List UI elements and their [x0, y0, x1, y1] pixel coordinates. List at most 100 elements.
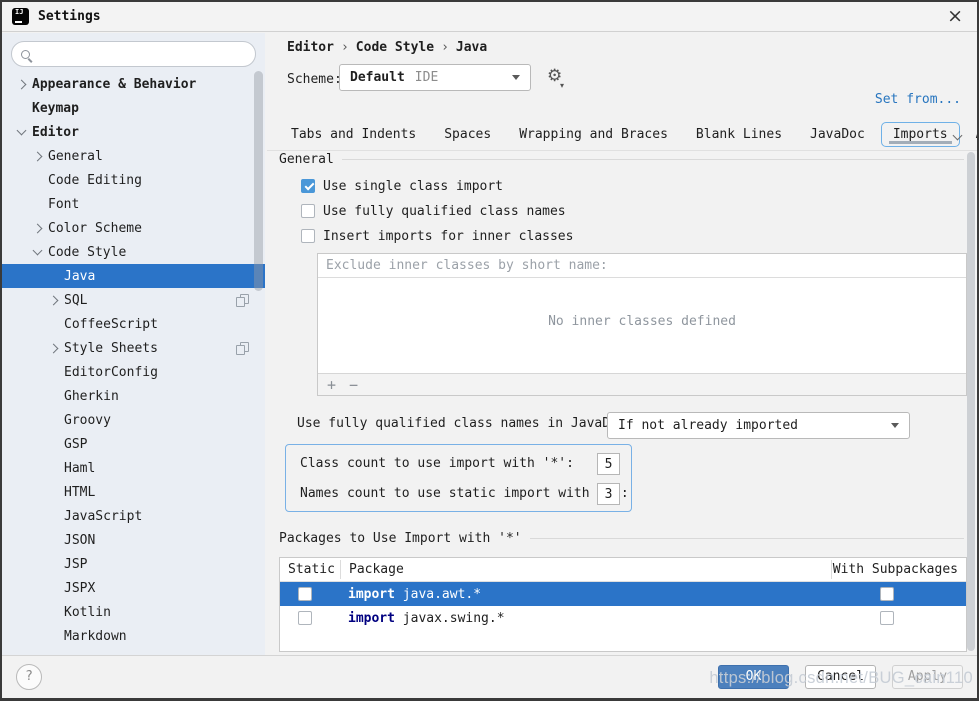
static-checkbox[interactable] — [298, 611, 312, 625]
sidebar-item-general[interactable]: General — [2, 144, 265, 168]
general-section-header: General — [279, 151, 964, 167]
table-row[interactable]: import java.awt.* — [280, 582, 966, 606]
content-scrollbar[interactable] — [967, 152, 975, 651]
chevron-right-icon[interactable] — [33, 224, 43, 234]
sidebar-item-kotlin[interactable]: Kotlin — [2, 600, 265, 624]
chevron-right-icon[interactable] — [17, 80, 27, 90]
search-icon — [21, 50, 30, 59]
add-icon[interactable]: + — [327, 375, 336, 395]
with-subpackages-checkbox[interactable] — [880, 587, 894, 601]
dialog-footer: ? OK Cancel Apply https://blog.csdn.net/… — [2, 655, 977, 698]
checkbox-unchecked-icon[interactable] — [301, 229, 315, 243]
column-divider — [340, 560, 341, 579]
ok-button[interactable]: OK — [718, 665, 789, 689]
column-header-with-subpackages: With Subpackages — [829, 562, 966, 577]
sidebar-item-style-sheets[interactable]: Style Sheets — [2, 336, 265, 360]
sidebar-item-json[interactable]: JSON — [2, 528, 265, 552]
chevron-down-icon — [512, 75, 520, 80]
chevron-down-icon — [891, 423, 899, 428]
sidebar-item-haml[interactable]: Haml — [2, 456, 265, 480]
exclude-inner-classes-panel: Exclude inner classes by short name: No … — [317, 253, 967, 396]
close-icon[interactable]: × — [947, 5, 963, 27]
breadcrumb-separator: › — [441, 40, 449, 55]
settings-tree: Appearance & Behavior Keymap Editor Gene… — [2, 72, 265, 648]
table-row[interactable]: import javax.swing.* — [280, 606, 966, 630]
chevron-down-icon[interactable] — [33, 246, 43, 256]
breadcrumb-code-style[interactable]: Code Style — [356, 40, 434, 55]
chevron-right-icon[interactable] — [33, 152, 43, 162]
tab-wrapping-and-braces[interactable]: Wrapping and Braces — [507, 122, 680, 147]
names-count-label: Names count to use static import with '*… — [300, 486, 629, 501]
sidebar-item-javascript[interactable]: JavaScript — [2, 504, 265, 528]
search-box[interactable] — [11, 41, 256, 67]
sidebar-item-html[interactable]: HTML — [2, 480, 265, 504]
sidebar-item-editorconfig[interactable]: EditorConfig — [2, 360, 265, 384]
intellij-logo-icon: IJ — [12, 8, 29, 25]
sidebar-item-gsp[interactable]: GSP — [2, 432, 265, 456]
import-count-group: Class count to use import with '*': 5 Na… — [285, 444, 632, 512]
sidebar-item-coffeescript[interactable]: CoffeeScript — [2, 312, 265, 336]
general-section-title: General — [279, 152, 334, 167]
javadoc-qualified-names-dropdown[interactable]: If not already imported — [607, 412, 910, 439]
sidebar-item-appearance-behavior[interactable]: Appearance & Behavior — [2, 72, 265, 96]
apply-button[interactable]: Apply — [892, 665, 963, 689]
chevron-right-icon[interactable] — [49, 344, 59, 354]
sidebar-item-color-scheme[interactable]: Color Scheme — [2, 216, 265, 240]
window-title: Settings — [38, 9, 101, 24]
section-rule — [530, 538, 964, 539]
search-input[interactable] — [37, 46, 255, 63]
title-bar: IJ Settings × — [2, 2, 977, 32]
sidebar-item-gherkin[interactable]: Gherkin — [2, 384, 265, 408]
option-insert-imports-for-inner-classes[interactable]: Insert imports for inner classes — [301, 227, 573, 245]
sidebar-item-editor[interactable]: Editor — [2, 120, 265, 144]
sidebar-item-font[interactable]: Font — [2, 192, 265, 216]
sidebar-scrollbar[interactable] — [254, 71, 263, 291]
packages-section-header: Packages to Use Import with '*' — [279, 530, 964, 546]
chevron-right-icon[interactable] — [49, 296, 59, 306]
checkbox-checked-icon[interactable] — [301, 179, 315, 193]
packages-section-title: Packages to Use Import with '*' — [279, 531, 522, 546]
column-header-package: Package — [340, 562, 829, 577]
column-divider — [831, 560, 832, 579]
sidebar-item-jsp[interactable]: JSP — [2, 552, 265, 576]
section-rule — [342, 159, 964, 160]
javadoc-dropdown-value: If not already imported — [618, 418, 798, 433]
settings-content: Editor›Code Style›Java Scheme: Default I… — [267, 33, 977, 657]
sidebar-item-groovy[interactable]: Groovy — [2, 408, 265, 432]
sidebar-item-code-style[interactable]: Code Style — [2, 240, 265, 264]
breadcrumb-editor[interactable]: Editor — [287, 40, 334, 55]
settings-sidebar: Appearance & Behavior Keymap Editor Gene… — [2, 33, 265, 657]
tab-arrangement[interactable]: Arrang — [964, 122, 979, 147]
remove-icon[interactable]: − — [349, 375, 358, 395]
cancel-button[interactable]: Cancel — [805, 665, 876, 689]
with-subpackages-checkbox[interactable] — [880, 611, 894, 625]
sidebar-item-java[interactable]: Java — [2, 264, 265, 288]
tab-javadoc[interactable]: JavaDoc — [798, 122, 877, 147]
set-from-link[interactable]: Set from... — [875, 92, 961, 107]
tab-tabs-and-indents[interactable]: Tabs and Indents — [279, 122, 428, 147]
scheme-label: Scheme: — [287, 72, 342, 87]
chevron-down-icon[interactable] — [17, 126, 27, 136]
tab-imports[interactable]: Imports — [881, 122, 960, 147]
sidebar-item-markdown[interactable]: Markdown — [2, 624, 265, 648]
breadcrumb-java: Java — [456, 40, 487, 55]
checkbox-unchecked-icon[interactable] — [301, 204, 315, 218]
option-use-fully-qualified-class-names[interactable]: Use fully qualified class names — [301, 202, 566, 220]
class-count-field[interactable]: 5 — [597, 453, 620, 475]
names-count-field[interactable]: 3 — [597, 483, 620, 505]
scheme-dropdown[interactable]: Default IDE — [339, 64, 531, 91]
sidebar-item-sql[interactable]: SQL — [2, 288, 265, 312]
tab-blank-lines[interactable]: Blank Lines — [684, 122, 794, 147]
tab-spaces[interactable]: Spaces — [432, 122, 503, 147]
static-checkbox[interactable] — [298, 587, 312, 601]
sidebar-item-keymap[interactable]: Keymap — [2, 96, 265, 120]
sidebar-item-code-editing[interactable]: Code Editing — [2, 168, 265, 192]
sidebar-item-jspx[interactable]: JSPX — [2, 576, 265, 600]
gear-icon[interactable]: ⚙▾ — [547, 66, 562, 86]
class-count-label: Class count to use import with '*': — [300, 456, 574, 471]
help-button[interactable]: ? — [16, 664, 42, 690]
option-use-single-class-import[interactable]: Use single class import — [301, 177, 503, 195]
packages-table: Static Package With Subpackages import j… — [279, 557, 967, 652]
exclude-panel-body[interactable]: No inner classes defined — [318, 278, 966, 373]
copy-icon — [236, 294, 249, 307]
